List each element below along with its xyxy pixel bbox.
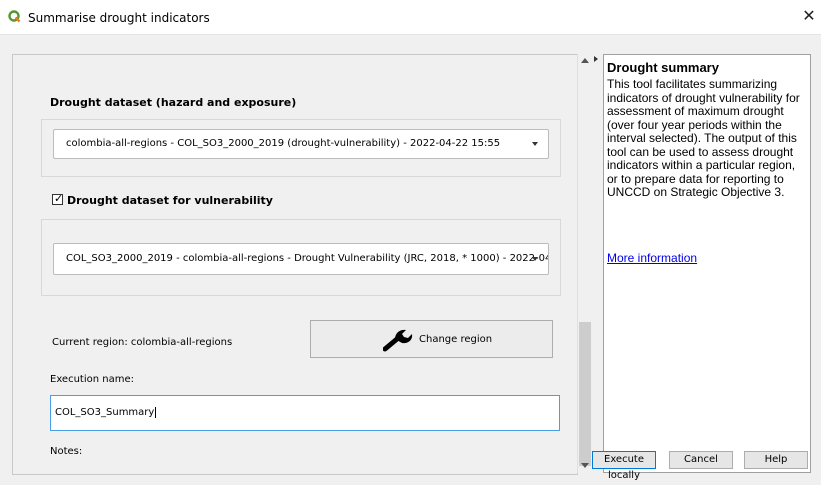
vulnerability-label: Drought dataset for vulnerability (67, 194, 273, 207)
scroll-thumb[interactable] (579, 322, 591, 466)
chevron-down-icon (532, 257, 538, 261)
checkmark-icon: ✓ (54, 192, 64, 205)
help-title: Drought summary (607, 60, 719, 75)
vulnerability-dataset-value: COL_SO3_2000_2019 - colombia-all-regions… (66, 253, 549, 264)
help-panel: Drought summary This tool facilitates su… (603, 54, 811, 473)
title-bar: Summarise drought indicators ✕ (0, 0, 821, 35)
qgis-logo-icon (8, 10, 21, 23)
close-icon[interactable]: ✕ (801, 6, 817, 26)
execution-name-value: COL_SO3_Summary (55, 407, 155, 418)
scroll-down-icon[interactable] (581, 463, 589, 468)
drought-dataset-select[interactable]: colombia-all-regions - COL_SO3_2000_2019… (53, 129, 549, 159)
drought-dataset-label: Drought dataset (hazard and exposure) (50, 96, 297, 109)
vulnerability-group: COL_SO3_2000_2019 - colombia-all-regions… (41, 219, 561, 296)
vulnerability-checkbox[interactable]: ✓ (52, 192, 64, 205)
wrench-icon (383, 329, 413, 352)
chevron-down-icon (532, 142, 538, 146)
more-information-link[interactable]: More information (607, 251, 697, 265)
execution-name-label: Execution name: (50, 374, 134, 385)
current-region-label: Current region: colombia-all-regions (52, 337, 233, 348)
vulnerability-dataset-select[interactable]: COL_SO3_2000_2019 - colombia-all-regions… (53, 243, 549, 275)
change-region-label: Change region (419, 334, 493, 345)
notes-label: Notes: (50, 446, 83, 457)
vertical-scrollbar[interactable] (577, 54, 592, 473)
cancel-button[interactable]: Cancel (669, 451, 733, 469)
dialog-body: Drought dataset (hazard and exposure) co… (0, 35, 821, 485)
scroll-up-icon[interactable] (581, 58, 589, 63)
execution-name-input[interactable]: COL_SO3_Summary (50, 395, 560, 431)
execute-locally-button[interactable]: Execute locally (592, 451, 656, 481)
change-region-button[interactable]: Change region (310, 320, 553, 358)
help-description: This tool facilitates summarizing indica… (607, 77, 800, 199)
parameters-panel: Drought dataset (hazard and exposure) co… (12, 54, 578, 475)
drought-dataset-value: colombia-all-regions - COL_SO3_2000_2019… (66, 138, 501, 149)
drought-dataset-group: colombia-all-regions - COL_SO3_2000_2019… (41, 119, 561, 177)
splitter-handle-icon[interactable] (594, 56, 598, 62)
help-button[interactable]: Help (744, 451, 808, 469)
window-title: Summarise drought indicators (28, 11, 210, 25)
text-caret (155, 406, 157, 418)
